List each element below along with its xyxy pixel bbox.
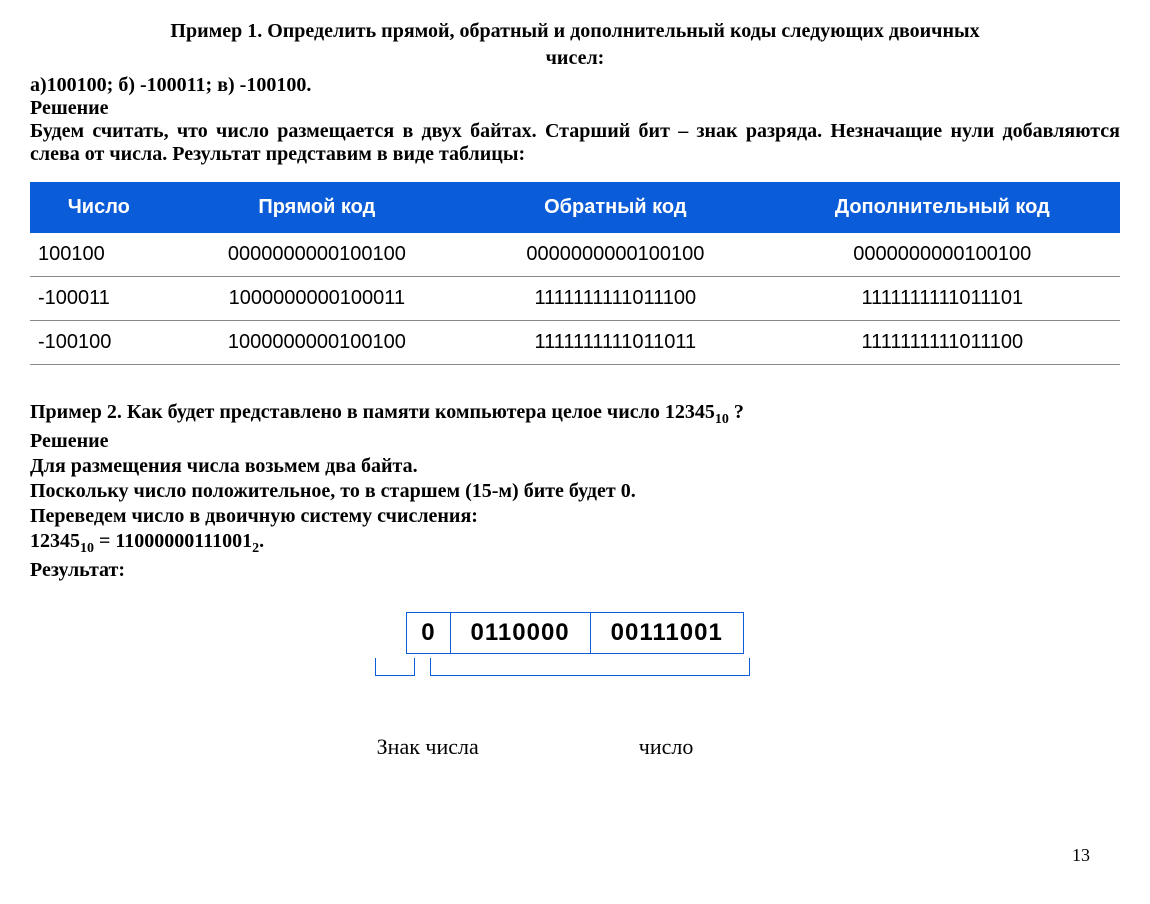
example2-title-sub: 10 <box>715 412 729 427</box>
col-direct: Прямой код <box>168 182 467 233</box>
cell-complement: 0000000000100100 <box>765 233 1120 277</box>
example2-line-bytes: Для размещения числа возьмем два байта. <box>30 455 1120 478</box>
bracket-area <box>225 658 925 706</box>
cell-inverse: 0000000000100100 <box>466 233 765 277</box>
col-inverse: Обратный код <box>466 182 765 233</box>
col-complement: Дополнительный код <box>765 182 1120 233</box>
cell-inverse: 1111111111011011 <box>466 321 765 365</box>
example2-block: Пример 2. Как будет представлено в памят… <box>30 401 1120 582</box>
example2-result-label: Результат: <box>30 559 1120 582</box>
cell-complement: 1111111111011100 <box>765 321 1120 365</box>
memory-low-bits: 00111001 <box>591 612 744 654</box>
example1-explanation: Будем считать, что число размещается в д… <box>30 120 1120 166</box>
example2-solution-label: Решение <box>30 430 1120 453</box>
cell-direct: 1000000000100011 <box>168 277 467 321</box>
eq-mid: = 11000000111001 <box>94 530 252 552</box>
cell-direct: 0000000000100100 <box>168 233 467 277</box>
table-header-row: Число Прямой код Обратный код Дополнител… <box>30 182 1120 233</box>
cell-num: -100011 <box>30 277 168 321</box>
example2-title-prefix: Пример 2. Как будет представлено в памят… <box>30 401 715 423</box>
example1-solution-label: Решение <box>30 97 1120 120</box>
memory-labels: Знак числа число <box>30 734 1120 760</box>
example2-title: Пример 2. Как будет представлено в памят… <box>30 401 1120 428</box>
col-number: Число <box>30 182 168 233</box>
example2-line-convert: Переведем число в двоичную систему счисл… <box>30 505 1120 528</box>
eq-sub1: 10 <box>80 541 94 556</box>
memory-representation: 0 0110000 00111001 <box>30 612 1120 654</box>
label-number: число <box>639 734 694 760</box>
cell-num: 100100 <box>30 233 168 277</box>
codes-table: Число Прямой код Обратный код Дополнител… <box>30 182 1120 365</box>
example1-title-line1: Пример 1. Определить прямой, обратный и … <box>30 20 1120 43</box>
example1-title-line2: чисел: <box>30 47 1120 70</box>
bracket-sign <box>375 658 415 676</box>
cell-complement: 1111111111011101 <box>765 277 1120 321</box>
label-sign: Знак числа <box>377 734 479 760</box>
page-number: 13 <box>1072 845 1090 866</box>
bracket-number <box>430 658 750 676</box>
memory-sign-bit: 0 <box>406 612 450 654</box>
example2-line-positive: Поскольку число положительное, то в стар… <box>30 480 1120 503</box>
cell-direct: 1000000000100100 <box>168 321 467 365</box>
memory-high-bits: 0110000 <box>451 612 591 654</box>
table-row: -100100 1000000000100100 111111111101101… <box>30 321 1120 365</box>
example1-given: а)100100; б) -100011; в) -100100. <box>30 74 1120 97</box>
cell-num: -100100 <box>30 321 168 365</box>
table-row: 100100 0000000000100100 0000000000100100… <box>30 233 1120 277</box>
example2-equation: 1234510 = 110000001110012. <box>30 530 1120 557</box>
eq-suffix: . <box>259 530 264 552</box>
eq-prefix: 12345 <box>30 530 80 552</box>
cell-inverse: 1111111111011100 <box>466 277 765 321</box>
example2-title-suffix: ? <box>729 401 744 423</box>
table-row: -100011 1000000000100011 111111111101110… <box>30 277 1120 321</box>
